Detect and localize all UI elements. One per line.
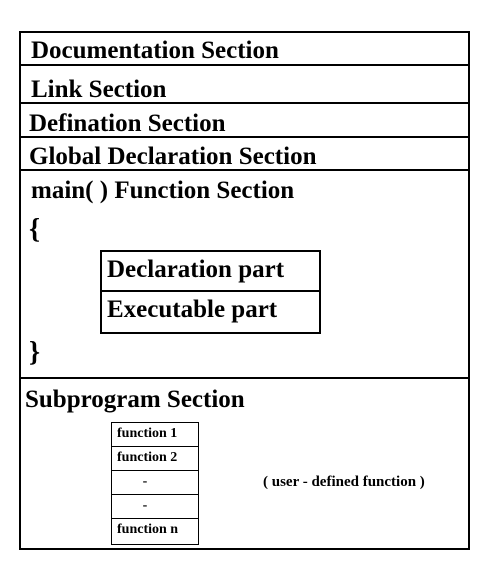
declaration-part-label: Declaration part [102, 252, 319, 292]
function-list-item: function n [117, 522, 179, 537]
definition-section-label: Defination Section [29, 110, 226, 137]
close-brace: } [29, 337, 41, 368]
open-brace: { [29, 214, 41, 245]
global-declaration-section-label: Global Declaration Section [29, 143, 317, 170]
link-section-label: Link Section [31, 76, 167, 103]
divider-4 [21, 169, 468, 171]
function-list-item: - [112, 471, 198, 495]
divider-1 [21, 64, 468, 66]
executable-part-label: Executable part [107, 296, 278, 323]
divider-2 [21, 102, 468, 104]
main-function-section-label: main( ) Function Section [31, 177, 295, 204]
c-program-structure-diagram: Documentation Section Link Section Defin… [19, 31, 470, 550]
documentation-section-label: Documentation Section [31, 37, 279, 64]
divider-5 [21, 377, 468, 379]
function-list-item: function 1 [112, 423, 198, 447]
function-list-item: function 2 [112, 447, 198, 471]
function-list-table: function 1 function 2 - - function n [111, 422, 199, 545]
subprogram-section-label: Subprogram Section [25, 386, 245, 413]
user-defined-function-note: ( user - defined function ) [263, 474, 425, 490]
main-function-parts-box: Declaration part Executable part [100, 250, 321, 334]
divider-3 [21, 136, 468, 138]
function-list-item: - [112, 495, 198, 519]
